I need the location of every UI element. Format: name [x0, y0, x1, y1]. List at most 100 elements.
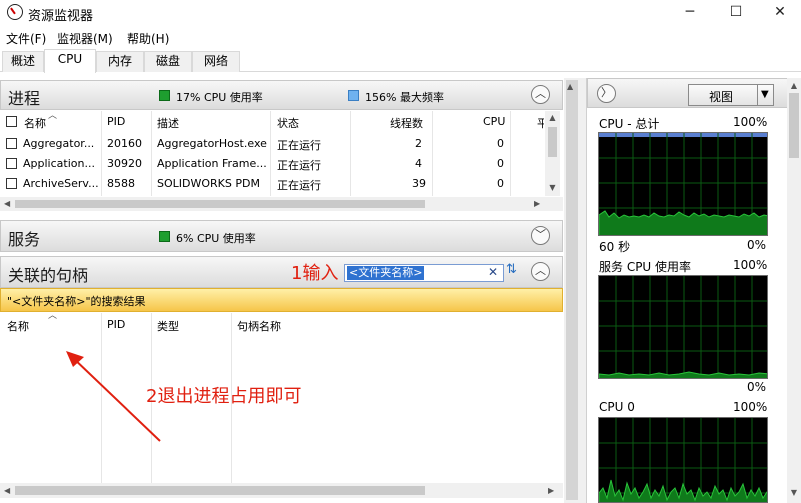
scroll-down-arrow[interactable]: ▼: [545, 183, 560, 192]
maximize-button[interactable]: ☐: [713, 0, 759, 26]
col-cpu[interactable]: CPU: [483, 115, 505, 128]
services-title: 服务: [8, 230, 41, 249]
scroll-thumb[interactable]: [15, 486, 425, 495]
pane-splitter[interactable]: ▲: [564, 78, 586, 503]
process-status: 正在运行: [277, 139, 321, 152]
row-checkbox[interactable]: [6, 178, 17, 189]
processes-vertical-scrollbar[interactable]: ▲ ▼: [545, 111, 560, 196]
row-checkbox[interactable]: [6, 158, 17, 169]
process-name: Application...: [23, 157, 95, 170]
tab-overview[interactable]: 概述: [2, 51, 44, 72]
annotation-step1: 1输入: [291, 263, 339, 284]
graph-cpu-total-max: 100%: [733, 115, 768, 129]
column-divider: [101, 111, 102, 196]
scroll-down-arrow[interactable]: ▼: [787, 488, 801, 497]
graph-service-cpu-max: 100%: [733, 258, 768, 272]
handle-search-input[interactable]: <文件夹名称>: [344, 264, 504, 282]
scroll-thumb[interactable]: [15, 200, 425, 208]
process-pid: 8588: [107, 177, 135, 190]
services-header[interactable]: 服务 6% CPU 使用率 ﹀: [0, 220, 563, 252]
tab-network[interactable]: 网络: [192, 51, 240, 72]
handles-horizontal-scrollbar[interactable]: ◀ ▶: [0, 483, 563, 498]
graphs-vertical-scrollbar[interactable]: ▲ ▼: [787, 78, 801, 503]
collapse-handles-button[interactable]: ︿: [531, 262, 550, 281]
menu-file[interactable]: 文件(F): [6, 30, 46, 47]
associated-handles-title: 关联的句柄: [8, 266, 89, 285]
annotation-step2: 2退出进程占用即可: [146, 386, 302, 407]
clear-search-icon[interactable]: ✕: [488, 265, 498, 279]
column-divider: [270, 111, 271, 196]
column-divider: [151, 111, 152, 196]
services-cpu-usage: 6% CPU 使用率: [176, 232, 256, 245]
sort-ascending-icon: ︿: [48, 311, 58, 321]
cpu-usage-indicator: [159, 90, 170, 101]
column-divider: [350, 111, 351, 196]
graph-service-cpu: [598, 275, 768, 379]
scroll-thumb[interactable]: [789, 93, 799, 158]
scroll-left-arrow[interactable]: ◀: [4, 486, 10, 495]
process-cpu: 0: [497, 157, 504, 170]
col-status[interactable]: 状态: [277, 115, 299, 131]
process-description: AggregatorHost.exe: [157, 137, 267, 150]
graph-service-cpu-title: 服务 CPU 使用率: [599, 260, 692, 274]
process-threads: 4: [415, 157, 422, 170]
view-dropdown-icon[interactable]: ▼: [757, 85, 769, 105]
col-handle-name[interactable]: 名称: [7, 318, 29, 334]
close-button[interactable]: ✕: [757, 0, 801, 26]
splitter-track: [566, 80, 578, 500]
col-handle-type[interactable]: 类型: [157, 318, 179, 334]
graph-time-label: 60 秒: [599, 240, 631, 254]
col-average[interactable]: 平: [537, 115, 544, 131]
refresh-search-icon[interactable]: ⇅: [506, 262, 524, 282]
process-cpu: 0: [497, 177, 504, 190]
col-threads[interactable]: 线程数: [390, 115, 423, 131]
scroll-up-arrow[interactable]: ▲: [545, 113, 560, 122]
col-name[interactable]: 名称: [24, 115, 46, 131]
graph-service-cpu-min: 0%: [747, 380, 767, 394]
col-pid[interactable]: PID: [107, 115, 125, 128]
menu-monitor[interactable]: 监视器(M): [57, 30, 113, 47]
processes-header[interactable]: 进程 17% CPU 使用率 156% 最大频率 ︿: [0, 80, 563, 110]
scroll-right-arrow[interactable]: ▶: [534, 199, 540, 208]
menu-help[interactable]: 帮助(H): [127, 30, 169, 47]
process-description: SOLIDWORKS PDM: [157, 177, 260, 190]
tab-bar: 概述 CPU 内存 磁盘 网络: [0, 49, 801, 73]
scroll-right-arrow[interactable]: ▶: [548, 486, 554, 495]
process-cpu: 0: [497, 137, 504, 150]
process-description: Application Frame...: [157, 157, 267, 170]
sort-ascending-icon: ︿: [48, 111, 58, 121]
column-divider: [432, 111, 433, 196]
collapse-graphs-button[interactable]: 〉: [597, 84, 616, 103]
collapse-processes-button[interactable]: ︿: [531, 85, 550, 104]
search-result-bar: "<文件夹名称>"的搜索结果: [0, 288, 563, 312]
tab-disk[interactable]: 磁盘: [144, 51, 192, 72]
max-frequency-indicator: [348, 90, 359, 101]
processes-horizontal-scrollbar[interactable]: ◀ ▶: [0, 197, 563, 211]
graph-cpu-total-min: 0%: [747, 238, 767, 252]
expand-services-button[interactable]: ﹀: [531, 226, 550, 245]
row-checkbox[interactable]: [6, 138, 17, 149]
col-description[interactable]: 描述: [157, 115, 179, 131]
process-status: 正在运行: [277, 159, 321, 172]
search-input-value: <文件夹名称>: [347, 266, 425, 280]
graphs-pane: 〉 视图 ▼ CPU - 总计 100% 60 秒 0% 服务 CPU 使用率 …: [586, 78, 788, 503]
scroll-up-arrow[interactable]: ▲: [567, 82, 573, 91]
scroll-left-arrow[interactable]: ◀: [4, 199, 10, 208]
tab-memory[interactable]: 内存: [96, 51, 144, 72]
col-handle-name-value[interactable]: 句柄名称: [237, 318, 281, 334]
cpu-usage-indicator: [159, 231, 170, 242]
scroll-thumb[interactable]: [548, 127, 557, 157]
view-button-label: 视图: [709, 90, 734, 104]
process-status: 正在运行: [277, 179, 321, 192]
view-button[interactable]: 视图 ▼: [688, 84, 774, 106]
graph-cpu-total: [598, 132, 768, 236]
search-result-text: "<文件夹名称>"的搜索结果: [7, 295, 146, 308]
process-threads: 2: [415, 137, 422, 150]
tab-cpu[interactable]: CPU: [44, 49, 96, 73]
select-all-checkbox[interactable]: [6, 116, 17, 127]
process-name: ArchiveServ...: [23, 177, 99, 190]
minimize-button[interactable]: ─: [667, 0, 713, 26]
scroll-up-arrow[interactable]: ▲: [787, 81, 801, 90]
col-handle-pid[interactable]: PID: [107, 318, 125, 331]
title-bar: 资源监视器 ─ ☐ ✕: [0, 0, 801, 26]
